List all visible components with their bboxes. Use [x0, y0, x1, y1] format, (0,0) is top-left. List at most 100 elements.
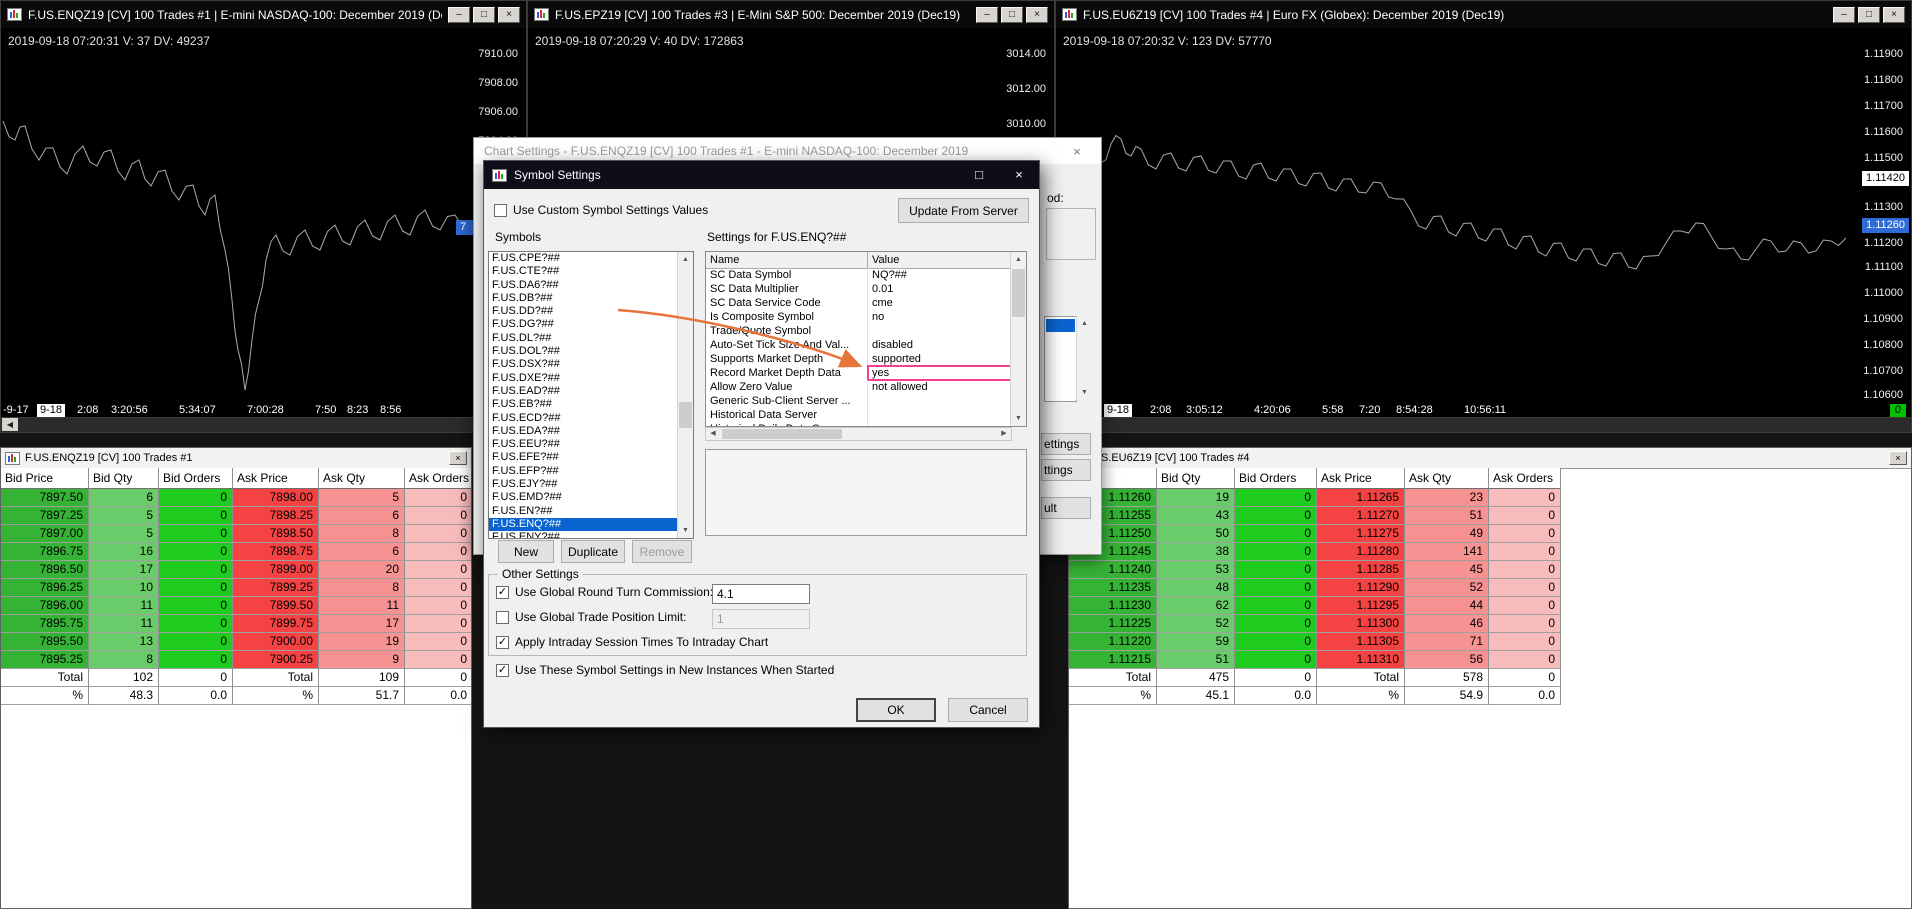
scroll-left-icon[interactable]: ◀	[2, 418, 18, 431]
chart-hscrollbar[interactable]: ◀	[1, 417, 526, 432]
depth-cell[interactable]: 0	[1489, 579, 1561, 597]
depth-cell[interactable]: 10	[89, 579, 159, 597]
scroll-down-icon[interactable]: ▼	[1077, 385, 1092, 400]
symbol-list-item[interactable]: F.US.DD?##	[489, 305, 678, 318]
depth-cell[interactable]: 49	[1405, 525, 1489, 543]
depth-row[interactable]: 7896.75 16 0 7898.75 6 0	[1, 543, 471, 561]
depth-cell[interactable]: 7897.00	[1, 525, 89, 543]
depth-cell[interactable]: 1.11290	[1317, 579, 1405, 597]
use-custom-checkbox[interactable]	[494, 203, 507, 217]
depth-cell[interactable]: %	[1069, 687, 1157, 705]
depth-cell[interactable]: Ask Qty	[1405, 468, 1489, 489]
depth-cell[interactable]: 0	[159, 489, 233, 507]
scroll-up-icon[interactable]: ▲	[1011, 252, 1026, 267]
update-from-server-button[interactable]: Update From Server	[898, 198, 1029, 223]
depth-cell[interactable]: 0	[1489, 669, 1561, 687]
depth-cell[interactable]: 0	[159, 525, 233, 543]
symbol-list-item[interactable]: F.US.ENQ?##	[489, 517, 678, 532]
depth-cell[interactable]: 5	[89, 525, 159, 543]
depth-cell[interactable]: 5	[319, 489, 405, 507]
button-fragment-1[interactable]: ettings	[1041, 433, 1091, 455]
depth-cell[interactable]: 20	[319, 561, 405, 579]
titlebar[interactable]: US.EU6Z19 [CV] 100 Trades #4 ×	[1069, 448, 1911, 469]
depth-cell[interactable]: 0	[159, 597, 233, 615]
depth-row[interactable]: % 48.3 0.0% 51.7 0.0	[1, 687, 471, 705]
symbol-list-item[interactable]: F.US.DB?##	[489, 292, 678, 305]
settings-row[interactable]: Generic Sub-Client Server ...	[706, 394, 1011, 408]
scroll-down-icon[interactable]: ▼	[1011, 411, 1026, 426]
depth-cell[interactable]: 0	[1235, 669, 1317, 687]
depth-cell[interactable]: 52	[1157, 615, 1235, 633]
depth-cell[interactable]: 0.0	[1489, 687, 1561, 705]
depth-cell[interactable]: 8	[319, 579, 405, 597]
dialog-titlebar[interactable]: Symbol Settings □ ×	[484, 161, 1039, 189]
depth-cell[interactable]: Total	[233, 669, 319, 687]
depth-cell[interactable]: 0	[1235, 597, 1317, 615]
depth-cell[interactable]: 0	[1235, 633, 1317, 651]
symbol-list-item[interactable]: F.US.ECD?##	[489, 412, 678, 425]
depth-cell[interactable]: 0	[1235, 507, 1317, 525]
depth-cell[interactable]: 0	[1489, 489, 1561, 507]
maximize-button[interactable]: □	[959, 161, 999, 189]
depth-cell[interactable]: 0	[159, 633, 233, 651]
depth-cell[interactable]: 1.11295	[1317, 597, 1405, 615]
settings-row[interactable]: SC Data Multiplier 0.01	[706, 282, 1011, 296]
depth-cell[interactable]: 141	[1405, 543, 1489, 561]
depth-cell[interactable]: 0.0	[405, 687, 471, 705]
depth-row[interactable]: 1.11220 59 0 1.11305 71 0	[1069, 633, 1561, 651]
depth-cell[interactable]: 44	[1405, 597, 1489, 615]
depth-cell[interactable]: Ask Price	[233, 468, 319, 489]
scroll-right-icon[interactable]: ▶	[997, 428, 1011, 440]
depth-cell[interactable]: 6	[89, 489, 159, 507]
settings-row[interactable]: Auto-Set Tick Size And Val... disabled	[706, 338, 1011, 352]
depth-cell[interactable]: 7896.00	[1, 597, 89, 615]
depth-cell[interactable]: 0	[1235, 579, 1317, 597]
depth-cell[interactable]: 7900.00	[233, 633, 319, 651]
titlebar[interactable]: F.US.EU6Z19 [CV] 100 Trades #4 | Euro FX…	[1056, 1, 1911, 29]
depth-cell[interactable]: 1.11265	[1317, 489, 1405, 507]
depth-row[interactable]: 7897.00 5 0 7898.50 8 0	[1, 525, 471, 543]
symbols-scrollbar[interactable]: ▲ ▼	[677, 252, 693, 538]
depth-cell[interactable]: 51.7	[319, 687, 405, 705]
symbol-list-item[interactable]: F.US.CTE?##	[489, 265, 678, 278]
depth-cell[interactable]: Bid Qty	[89, 468, 159, 489]
depth-cell[interactable]: 1.11240	[1069, 561, 1157, 579]
depth-cell[interactable]: 51	[1405, 507, 1489, 525]
scroll-up-icon[interactable]: ▲	[1077, 316, 1092, 331]
depth-cell[interactable]: Bid Price	[1, 468, 89, 489]
depth-cell[interactable]: 0	[405, 615, 471, 633]
depth-cell[interactable]: 13	[89, 633, 159, 651]
settings-table-header[interactable]: Name Value	[706, 252, 1011, 269]
depth-row[interactable]: 7895.25 8 0 7900.25 9 0	[1, 651, 471, 669]
titlebar[interactable]: F.US.ENQZ19 [CV] 100 Trades #1 ×	[1, 448, 471, 469]
symbol-list-item[interactable]: F.US.CPE?##	[489, 252, 678, 265]
depth-cell[interactable]: 7899.00	[233, 561, 319, 579]
depth-cell[interactable]: 0	[1235, 615, 1317, 633]
depth-cell[interactable]: 8	[89, 651, 159, 669]
symbol-list-item[interactable]: F.US.DOL?##	[489, 345, 678, 358]
depth-cell[interactable]: 5	[89, 507, 159, 525]
depth-cell[interactable]: Ask Price	[1317, 468, 1405, 489]
scroll-up-icon[interactable]: ▲	[678, 252, 693, 267]
scrollbar-thumb[interactable]	[1012, 269, 1025, 317]
depth-cell[interactable]: 7900.25	[233, 651, 319, 669]
depth-cell[interactable]: 0	[405, 561, 471, 579]
depth-cell[interactable]: 62	[1157, 597, 1235, 615]
depth-cell[interactable]: 43	[1157, 507, 1235, 525]
depth-row[interactable]: 1.11235 48 0 1.11290 52 0	[1069, 579, 1561, 597]
depth-cell[interactable]: 1.11285	[1317, 561, 1405, 579]
titlebar[interactable]: F.US.ENQZ19 [CV] 100 Trades #1 | E-mini …	[1, 1, 526, 29]
close-button[interactable]: ×	[999, 161, 1039, 189]
depth-cell[interactable]: 7896.25	[1, 579, 89, 597]
symbol-list-item[interactable]: F.US.DSX?##	[489, 358, 678, 371]
depth-cell[interactable]: 46	[1405, 615, 1489, 633]
depth-cell[interactable]: 7899.75	[233, 615, 319, 633]
close-button[interactable]: ×	[1026, 6, 1048, 23]
restore-button[interactable]: □	[1858, 6, 1880, 23]
settings-hscrollbar[interactable]: ◀ ▶	[705, 427, 1012, 441]
settings-row[interactable]: SC Data Service Code cme	[706, 296, 1011, 310]
depth-cell[interactable]: 7897.25	[1, 507, 89, 525]
depth-cell[interactable]: 45	[1405, 561, 1489, 579]
depth-cell[interactable]: 6	[319, 507, 405, 525]
depth-cell[interactable]: 7895.75	[1, 615, 89, 633]
